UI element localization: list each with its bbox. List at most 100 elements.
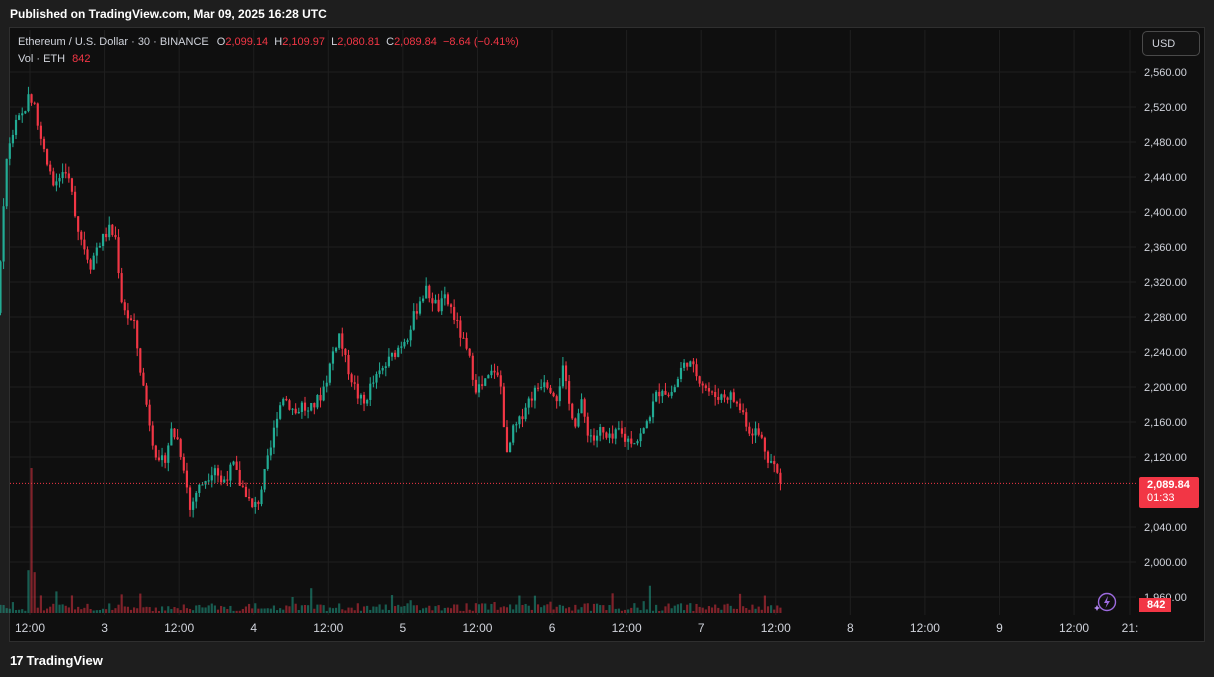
candle-body [356, 383, 359, 399]
candle-body [403, 341, 406, 347]
volume-bar [773, 609, 776, 613]
volume-bar [403, 606, 406, 613]
currency-button[interactable]: USD [1142, 31, 1200, 56]
volume-bar [92, 610, 95, 613]
lightning-icon[interactable] [1093, 591, 1117, 613]
candle-body [294, 408, 297, 414]
candle-body [704, 385, 707, 389]
y-tick-label: 2,160.00 [1144, 417, 1187, 429]
high-label: H [274, 36, 283, 48]
volume-bar [390, 595, 394, 613]
candle-body [592, 435, 596, 441]
candle-body [310, 403, 313, 411]
candle-body [328, 363, 331, 383]
volume-bar [440, 610, 443, 613]
x-tick-label: 12:00 [164, 621, 194, 635]
volume-bar [760, 609, 763, 613]
volume-bar [779, 607, 782, 613]
volume-bar [316, 604, 319, 613]
volume-bar [742, 606, 745, 613]
volume-bar [338, 603, 341, 613]
tradingview-logo-icon: 17 [10, 652, 24, 668]
candle-body [8, 143, 11, 159]
volume-bar [192, 610, 195, 613]
volume-bar [30, 468, 33, 613]
volume-bar [142, 607, 145, 613]
candle-body [536, 387, 540, 389]
candle-body [779, 472, 782, 484]
volume-bar [18, 609, 21, 613]
candle-body [431, 298, 434, 304]
volume-bar [251, 608, 254, 613]
candle-body [381, 368, 384, 371]
candle-body [409, 329, 412, 341]
candle-body [692, 361, 695, 365]
volume-bar [235, 610, 238, 613]
volume-bar [55, 591, 58, 613]
candle-body [642, 428, 645, 434]
volume-bar [757, 606, 760, 613]
candle-body [474, 379, 477, 393]
candle-body [437, 299, 440, 312]
candle-body [223, 479, 226, 483]
volume-bar [331, 608, 335, 613]
brand-name: TradingView [26, 652, 103, 668]
volume-bar [80, 609, 83, 613]
x-tick-label: 7 [698, 621, 705, 635]
volume-bar [263, 608, 266, 613]
candle-body [108, 224, 111, 238]
candle-body [549, 387, 552, 393]
candle-body [683, 362, 686, 368]
symbol-title[interactable]: Ethereum / U.S. Dollar · 30 · BINANCE [18, 36, 209, 48]
candle-body [105, 233, 108, 238]
candle-body [176, 437, 179, 440]
volume-bar [505, 607, 509, 613]
candle-body [120, 273, 123, 303]
volume-bar [580, 607, 583, 613]
candle-body [776, 464, 779, 473]
candle-body [390, 352, 394, 357]
volume-bar [123, 606, 126, 613]
candle-body [325, 382, 328, 387]
volume-bar [521, 604, 524, 613]
volume-bar [692, 610, 695, 613]
volume-bar [558, 604, 561, 613]
candle-body [18, 115, 21, 120]
candle-body [732, 392, 735, 402]
candle-body [344, 348, 347, 355]
volume-bar [49, 606, 52, 613]
volume-bar [145, 606, 148, 613]
volume-bar [164, 610, 167, 613]
candle-body [303, 402, 307, 411]
volume-bar [459, 610, 462, 613]
volume-bar [536, 604, 540, 613]
candle-body [707, 388, 711, 392]
volume-label[interactable]: Vol · ETH [18, 53, 65, 65]
footer-brand[interactable]: 17 TradingView [10, 650, 103, 670]
candle-body [126, 310, 129, 319]
volume-bar [307, 605, 310, 613]
candle-body [698, 376, 701, 384]
volume-bar [745, 608, 748, 613]
volume-bar [465, 603, 468, 613]
volume-bar [341, 609, 344, 613]
x-tick-label: 5 [400, 621, 407, 635]
candle-body [24, 111, 27, 114]
symbol-legend: Ethereum / U.S. Dollar · 30 · BINANCE O2… [18, 34, 519, 68]
candle-body [596, 435, 599, 441]
candle-body [651, 401, 655, 418]
candlestick-chart[interactable]: 2,560.00 2,520.00 2,480.00 2,440.00 2,400.00… [0, 0, 1214, 677]
candle-body [14, 119, 18, 135]
volume-bar [446, 607, 450, 613]
candle-body [21, 113, 24, 116]
candle-body [111, 224, 114, 235]
change-value: −8.64 (−0.41%) [442, 36, 519, 48]
volume-bar [42, 610, 46, 613]
candle-body [133, 320, 136, 322]
candle-body [282, 398, 285, 406]
candle-body [241, 485, 244, 487]
candle-body [502, 386, 505, 428]
volume-bar [213, 605, 216, 613]
candle-body [154, 445, 157, 458]
volume-bar [244, 606, 248, 613]
